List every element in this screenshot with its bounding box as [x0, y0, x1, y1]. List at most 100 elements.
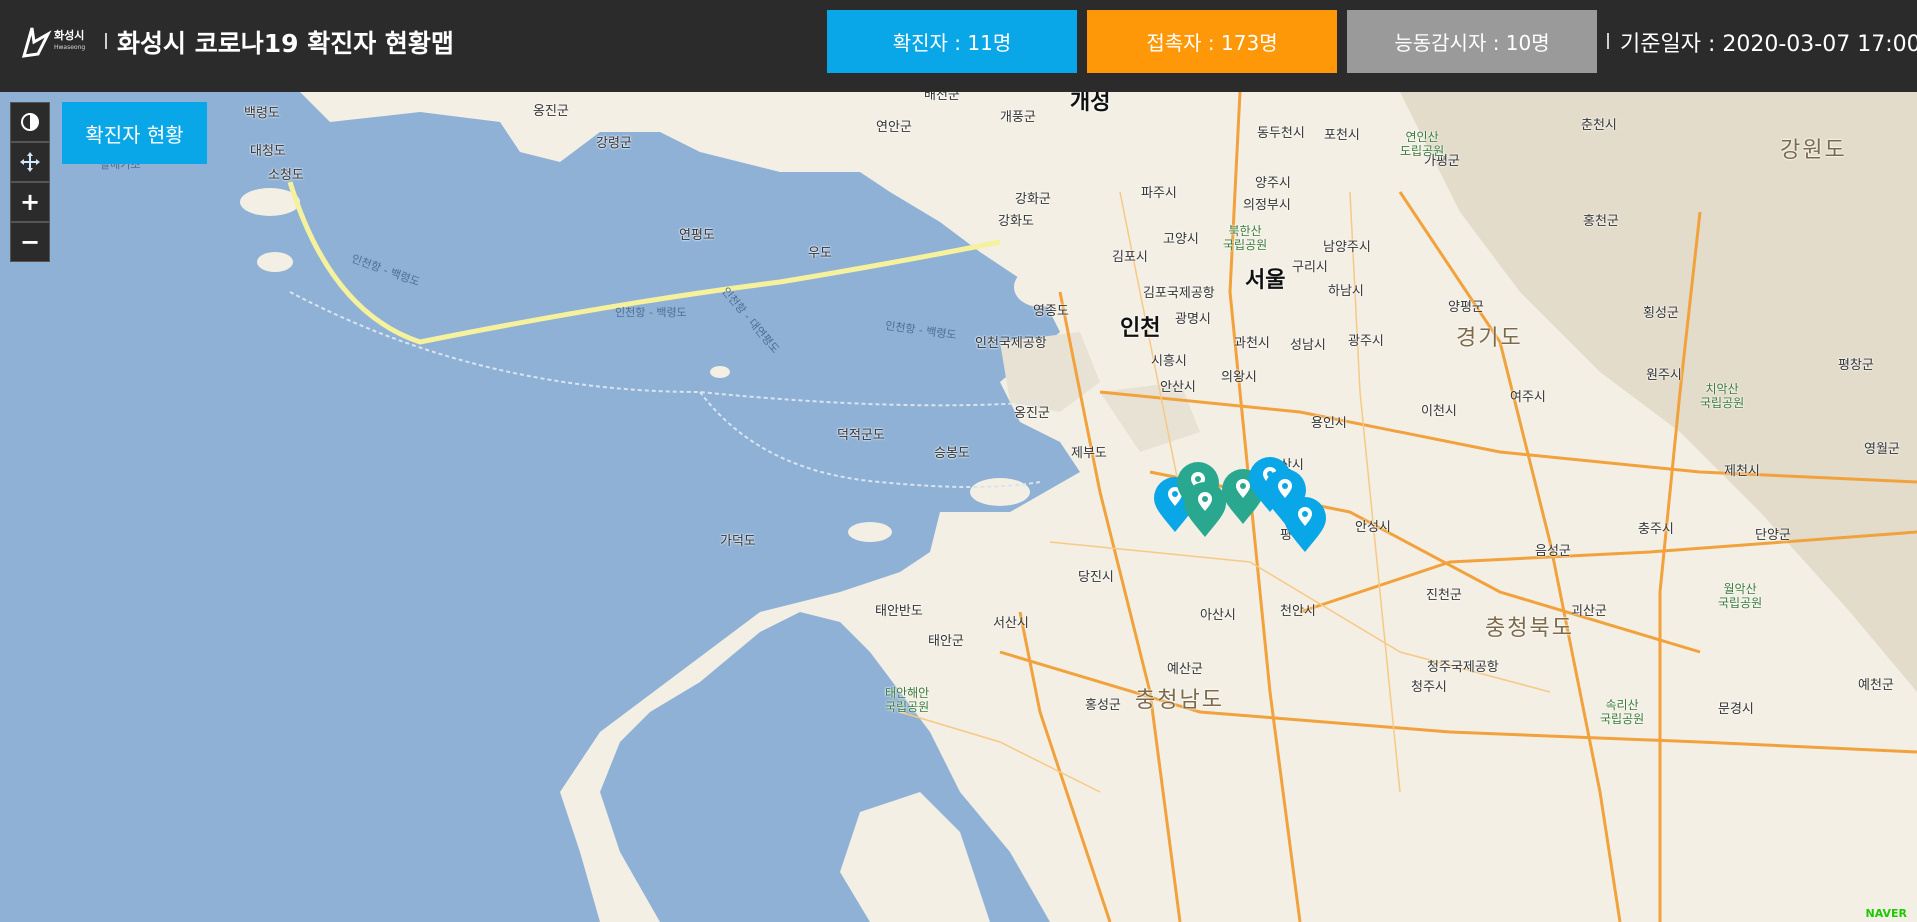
- contacts-count-button[interactable]: 접촉자 : 173명: [1087, 10, 1337, 73]
- hwaseong-logo[interactable]: 화성시 Hwaseong: [20, 22, 92, 62]
- label-uijeongbu: 의정부시: [1243, 198, 1291, 213]
- label-goyang: 고양시: [1163, 232, 1199, 247]
- map-canvas[interactable]: 백령도 대청도 소청도 갈매기초 옹진군 강령군 배천군 연안군 개풍군 개성 …: [0, 92, 1917, 922]
- date-separator: [1607, 33, 1609, 49]
- label-jebu: 제부도: [1071, 446, 1107, 461]
- label-seosan: 서산시: [993, 616, 1029, 631]
- label-chungnam: 충청남도: [1135, 688, 1224, 713]
- page-title: 화성시 코로나19 확진자 현황맵: [117, 29, 454, 58]
- label-jecheon: 제천시: [1724, 464, 1760, 479]
- label-namyangju: 남양주시: [1323, 240, 1371, 255]
- island-yeongjong: [970, 478, 1030, 506]
- zoom-out-button[interactable]: −: [10, 222, 50, 262]
- label-dongducheon: 동두천시: [1257, 126, 1305, 141]
- title-separator: [105, 33, 107, 49]
- label-pyeongchang: 평창군: [1838, 358, 1874, 373]
- label-yecheon: 예천군: [1858, 678, 1894, 693]
- label-goesan: 괴산군: [1571, 604, 1607, 619]
- label-gimpo-airport: 김포국제공항: [1143, 286, 1215, 301]
- label-gaepung: 개풍군: [1000, 110, 1036, 125]
- label-yeonan: 연안군: [876, 120, 912, 135]
- label-deokjeok: 덕적군도: [837, 428, 885, 443]
- confirmed-status-button[interactable]: 확진자 현황: [62, 102, 207, 164]
- label-hanam: 하남시: [1328, 284, 1364, 299]
- label-park-taean-coast: 태안해안 국립공원: [885, 686, 930, 714]
- label-hongseong: 홍성군: [1085, 698, 1121, 713]
- label-anseong: 안성시: [1355, 520, 1391, 535]
- label-chungbuk: 충청북도: [1485, 616, 1574, 641]
- label-gwangmyeong: 광명시: [1175, 312, 1211, 327]
- label-yangpyeong: 양평군: [1448, 300, 1484, 315]
- case-marker[interactable]: [1282, 496, 1328, 554]
- island-deokjeok: [848, 522, 892, 542]
- label-jincheon: 진천군: [1426, 588, 1462, 603]
- label-dangjin: 당진시: [1078, 570, 1114, 585]
- label-yesan: 예산군: [1167, 662, 1203, 677]
- label-ganghwa-gun: 강화군: [1015, 192, 1051, 207]
- label-wonju: 원주시: [1646, 368, 1682, 383]
- label-yeongwol: 영월군: [1864, 442, 1900, 457]
- confirmed-count-button[interactable]: 확진자 : 11명: [827, 10, 1077, 73]
- island-yeonpyeong: [710, 366, 730, 378]
- map-basemap: [240, 92, 1917, 922]
- label-seongnam: 성남시: [1290, 338, 1326, 353]
- label-paju: 파주시: [1141, 186, 1177, 201]
- label-daecheong: 대청도: [250, 144, 286, 159]
- label-park-yeonin: 연인산 도립공원: [1400, 130, 1445, 158]
- label-yeonpyeong: 연평도: [679, 228, 715, 243]
- move-arrows-icon: [20, 152, 40, 172]
- label-hongcheon: 홍천군: [1583, 214, 1619, 229]
- label-danyang: 단양군: [1755, 528, 1791, 543]
- label-park-songni: 속리산 국립공원: [1600, 698, 1645, 726]
- label-gangwon: 강원도: [1780, 138, 1847, 163]
- zoom-in-button[interactable]: +: [10, 182, 50, 222]
- label-ganghwa-do: 강화도: [998, 214, 1034, 229]
- label-gwacheon: 과천시: [1234, 336, 1270, 351]
- label-gyeonggi: 경기도: [1456, 326, 1523, 351]
- label-gaeseong: 개성: [1070, 92, 1111, 115]
- logo-mark-icon: [21, 27, 52, 58]
- land-chungnam-coast: [840, 792, 990, 922]
- map-type-toggle-button[interactable]: [10, 102, 50, 142]
- label-cheonan: 천안시: [1280, 604, 1316, 619]
- label-socheong: 소청도: [268, 168, 304, 183]
- label-gangnyeong: 강령군: [596, 136, 632, 151]
- label-hoengseong: 횡성군: [1643, 306, 1679, 321]
- label-incheon-airport: 인천국제공항: [975, 336, 1047, 351]
- logo-text: 화성시 Hwaseong: [54, 29, 86, 52]
- pan-button[interactable]: [10, 142, 50, 182]
- label-chungju: 충주시: [1638, 522, 1674, 537]
- label-ansan: 안산시: [1160, 380, 1196, 395]
- map-attribution: NAVER: [1865, 907, 1907, 920]
- label-baengnyeong: 백령도: [244, 106, 280, 121]
- label-yeoju: 여주시: [1510, 390, 1546, 405]
- label-gwangju: 광주시: [1348, 334, 1384, 349]
- label-cheongju-airport: 청주국제공항: [1427, 660, 1499, 675]
- label-park-chiak: 치악산 국립공원: [1700, 382, 1745, 410]
- label-asan: 아산시: [1200, 608, 1236, 623]
- label-cheongju: 청주시: [1411, 680, 1447, 695]
- label-seoul: 서울: [1245, 268, 1286, 293]
- label-icheon: 이천시: [1421, 404, 1457, 419]
- label-siheung: 시흥시: [1151, 354, 1187, 369]
- island-seungbong: [935, 584, 965, 600]
- label-pocheon: 포천시: [1324, 128, 1360, 143]
- label-baecheon: 배천군: [924, 92, 960, 103]
- label-taean-peninsula: 태안반도: [875, 604, 923, 619]
- label-park-bukhansan: 북한산 국립공원: [1223, 224, 1268, 252]
- label-seungbong: 승봉도: [934, 446, 970, 461]
- label-sea-route-2: 인천항 - 백령도: [615, 306, 687, 319]
- label-chuncheon: 춘천시: [1581, 118, 1617, 133]
- monitoring-count-button[interactable]: 능동감시자 : 10명: [1347, 10, 1597, 73]
- label-park-worak: 월악산 국립공원: [1718, 582, 1763, 610]
- island-daecheong: [257, 252, 293, 272]
- label-yangju: 양주시: [1255, 176, 1291, 191]
- label-guri: 구리시: [1292, 260, 1328, 275]
- label-udo: 우도: [808, 246, 832, 261]
- label-gimpo: 김포시: [1112, 250, 1148, 265]
- label-gadeok: 가덕도: [720, 534, 756, 549]
- label-uiwang: 의왕시: [1221, 370, 1257, 385]
- label-incheon: 인천: [1120, 316, 1161, 341]
- header-bar: 화성시 Hwaseong 화성시 코로나19 확진자 현황맵 확진자 : 11명…: [0, 0, 1917, 92]
- label-mungyeong: 문경시: [1718, 702, 1754, 717]
